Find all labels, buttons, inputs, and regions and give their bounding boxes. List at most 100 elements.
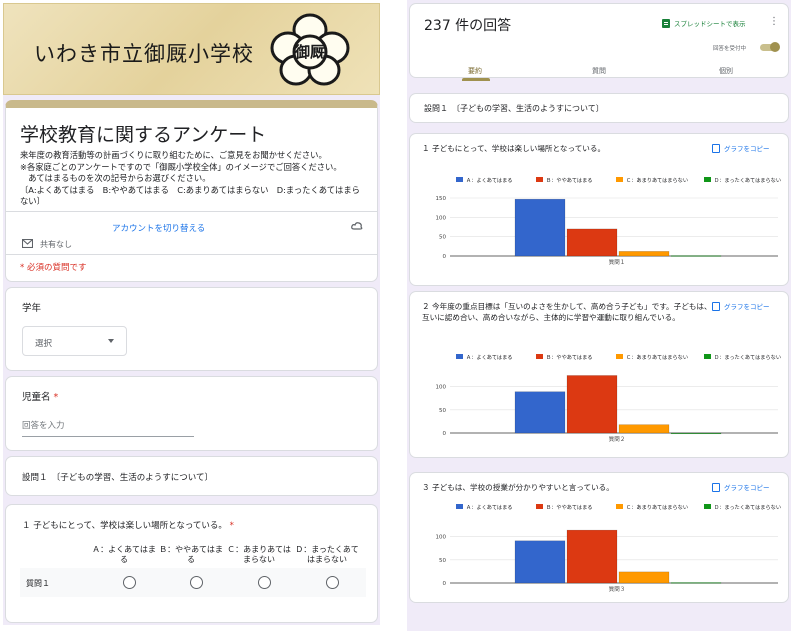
x-tick-label: 質問３ [609,585,626,593]
grid-col-b: Ｂ：ややあてはまる [159,545,223,564]
chart-1-question: １ 子どもにとって、学校は楽しい場所となっている。 [422,144,606,153]
view-spreadsheet-button[interactable]: スプレッドシートで表示 [662,18,746,28]
school-title: いわき市立御厩小学校 [34,42,254,66]
legend-swatch [456,354,463,359]
legend-swatch [536,354,543,359]
grade-label: 学年 [22,303,42,314]
grade-question-card: 学年 選択 [5,287,378,371]
chart-3-question: ３ 子どもは、学校の授業が分かりやすいと言っている。 [422,483,614,492]
legend-swatch [536,177,543,182]
form-panel: いわき市立御厩小学校 御厩 学校教育に関するアンケート 来年度の教育活動等の計画… [3,3,380,625]
not-shared-label: 共有なし [40,240,72,249]
copy-icon [712,482,720,492]
chart-2: Ａ：よくあてはまる Ｂ：ややあてはまる Ｃ：あまりあてはまらない Ｄ：まったくあてはま… [436,353,782,443]
section1-title: 設問１ 〔子どもの学習、生活のようすについて〕 [22,473,213,483]
y-tick-label: 50 [439,235,446,241]
form-description: 来年度の教育活動等の計画づくりに取り組むために、ご意見をお聞かせください。 ※各… [20,150,360,206]
grid-col-c: Ｃ：あまりあてはまらない [227,545,291,564]
accepting-responses-label: 回答を受付中 [713,46,747,52]
radio-a[interactable] [123,576,136,589]
y-tick-label: 50 [439,408,446,414]
legend-swatch [616,354,623,359]
responses-header-card: 237 件の回答 スプレッドシートで表示 ⋮ 回答を受付中 要約 質問 個別 [409,3,789,81]
q1-grid-card: １ 子どもにとって、学校は楽しい場所となっている。 * Ａ：よくあてはまる Ｂ：… [5,504,378,623]
chart-2-question: ２ 今年度の重点目標は「互いのよさを生かして、高め合う子ども」です。子どもは、互… [422,302,712,322]
name-input[interactable]: 回答を入力 [22,419,194,437]
view-spreadsheet-label: スプレッドシートで表示 [674,20,746,28]
grid-row-label: 質問１ [26,579,50,588]
bar [566,529,618,584]
legend-swatch [704,504,711,509]
legend-swatch [456,504,463,509]
more-vert-icon[interactable]: ⋮ [769,16,779,27]
radio-d[interactable] [326,576,339,589]
section1-card: 設問１ 〔子どもの学習、生活のようすについて〕 [5,456,378,496]
chart-1: Ａ：よくあてはまる Ｂ：ややあてはまる Ｃ：あまりあてはまらない Ｄ：まったくあてはま… [436,176,782,266]
required-asterisk: * [53,392,59,403]
accepting-responses-toggle[interactable] [760,42,780,52]
legend-label: Ｃ：あまりあてはまらない [626,504,688,511]
grid-row-q1: 質問１ [20,568,366,597]
bar [566,375,618,434]
legend-swatch [704,177,711,182]
chart-card-2: ２ 今年度の重点目標は「互いのよさを生かして、高め合う子ども」です。子どもは、互… [409,291,789,458]
bar [514,198,566,257]
copy-chart-button[interactable]: グラフをコピー [712,301,770,311]
form-title: 学校教育に関するアンケート [20,124,267,146]
spreadsheet-icon [662,18,670,28]
responses-section1-title: 設問１ 〔子どもの学習、生活のようすについて〕 [424,104,604,113]
name-question-card: 児童名 * 回答を入力 [5,376,378,451]
name-label: 児童名 * [22,392,59,403]
y-tick-label: 50 [439,558,446,564]
responses-section1-card: 設問１ 〔子どもの学習、生活のようすについて〕 [409,93,789,123]
tab-question[interactable]: 質問 [592,66,606,76]
copy-chart-button[interactable]: グラフをコピー [712,143,770,153]
legend-swatch [616,504,623,509]
bar [670,432,722,435]
grid-col-d: Ｄ：まったくあてはまらない [295,545,359,564]
responses-panel: 237 件の回答 スプレッドシートで表示 ⋮ 回答を受付中 要約 質問 個別 設… [407,0,791,631]
copy-icon [712,143,720,153]
copy-icon [712,301,720,311]
y-tick-label: 100 [436,215,447,221]
radio-b[interactable] [190,576,203,589]
bar [514,540,566,584]
legend-label: Ｂ：ややあてはまる [546,353,592,361]
legend-label: Ｂ：ややあてはまる [546,503,592,511]
bar [514,391,566,434]
radio-c[interactable] [258,576,271,589]
y-tick-label: 150 [436,196,447,202]
legend-label: Ａ：よくあてはまる [466,354,512,361]
emblem-text: 御厩 [294,43,325,61]
chart-card-3: ３ 子どもは、学校の授業が分かりやすいと言っている。 グラフをコピー Ａ：よくあ… [409,472,789,603]
copy-chart-label: グラフをコピー [724,303,770,311]
legend-swatch [456,177,463,182]
grade-select[interactable]: 選択 [22,326,127,356]
copy-chart-label: グラフをコピー [724,484,770,492]
copy-chart-label: グラフをコピー [724,145,770,153]
x-tick-label: 質問１ [609,258,626,266]
y-tick-label: 0 [443,254,447,260]
cloud-icon [351,222,363,230]
chart-3: Ａ：よくあてはまる Ｂ：ややあてはまる Ｃ：あまりあてはまらない Ｄ：まったくあてはま… [436,503,782,593]
toggle-knob [770,42,780,52]
chevron-down-icon [108,339,114,343]
y-tick-label: 0 [443,581,447,587]
bar [670,255,722,257]
bar [670,582,722,584]
divider [6,211,377,212]
school-emblem-icon: 御厩 [270,13,350,86]
copy-chart-button[interactable]: グラフをコピー [712,482,770,492]
tab-individual[interactable]: 個別 [719,66,733,76]
legend-label: Ｄ：まったくあてはまらない [714,177,781,184]
switch-account-link[interactable]: アカウントを切り替える [112,222,205,234]
required-asterisk: * [229,521,234,531]
y-tick-label: 100 [436,535,447,541]
legend-swatch [616,177,623,182]
grade-select-value: 選択 [35,339,53,349]
y-tick-label: 100 [436,385,447,391]
legend-label: Ｃ：あまりあてはまらない [626,354,688,361]
bar [618,571,670,584]
tab-summary[interactable]: 要約 [468,66,482,76]
mail-icon [22,239,33,248]
